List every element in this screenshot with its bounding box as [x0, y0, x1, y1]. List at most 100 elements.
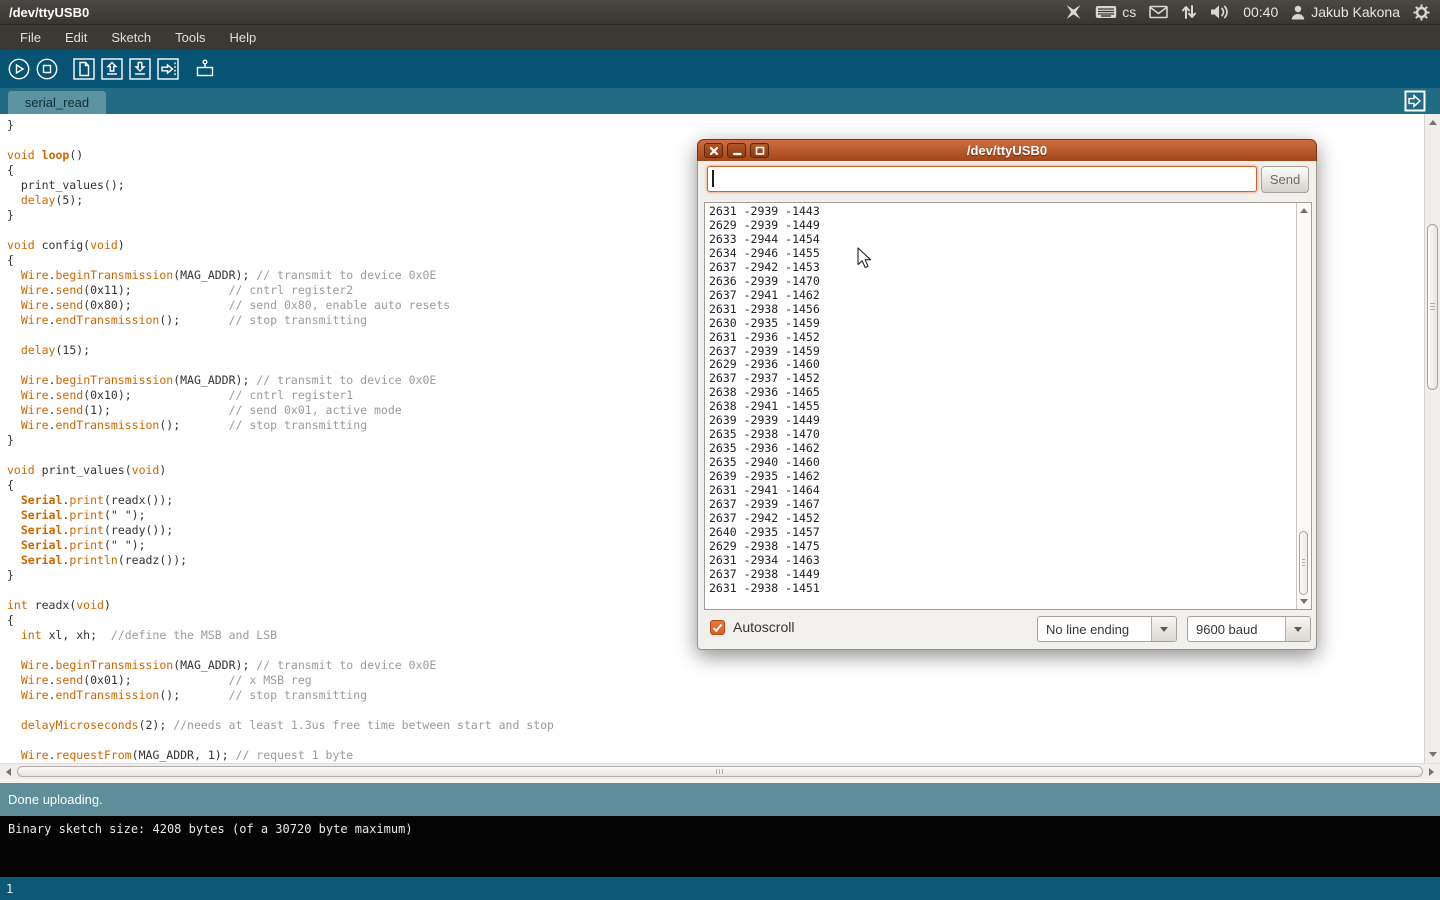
baud-rate-value: 9600 baud: [1188, 622, 1285, 637]
tab-strip: serial_read: [0, 88, 1440, 114]
code-line: Wire.requestFrom(MAG_ADDR, 1); // reques…: [7, 748, 554, 763]
editor-horizontal-scrollbar[interactable]: [0, 763, 1440, 779]
save-sketch-icon: [128, 57, 152, 81]
menu-bar: FileEditSketchToolsHelp: [0, 25, 1440, 50]
new-tab-arrow-icon: [1404, 90, 1426, 112]
code-line: }: [7, 118, 554, 133]
status-bar: Done uploading.: [0, 783, 1440, 816]
new-sketch-icon: [72, 57, 96, 81]
keyboard-layout-label: cs: [1122, 4, 1136, 20]
close-button[interactable]: [704, 143, 723, 158]
serial-monitor-titlebar[interactable]: /dev/ttyUSB0: [697, 139, 1317, 161]
autoscroll-checkbox[interactable]: [710, 620, 725, 635]
code-line: Wire.beginTransmission(MAG_ADDR); // tra…: [7, 268, 554, 283]
text-caret: [712, 170, 714, 187]
serial-monitor-button[interactable]: [192, 56, 218, 82]
serial-scroll-up-arrow[interactable]: [1300, 208, 1308, 213]
code-line: Serial.print(readx());: [7, 493, 554, 508]
dropdown-arrow-icon[interactable]: [1285, 617, 1310, 641]
scroll-down-arrow[interactable]: [1429, 752, 1437, 757]
keyboard-layout-indicator[interactable]: cs: [1095, 4, 1136, 20]
serial-vertical-scrollbar[interactable]: [1296, 203, 1311, 609]
send-button[interactable]: Send: [1261, 166, 1309, 193]
menu-item-file[interactable]: File: [10, 27, 51, 48]
toolbar: [0, 50, 1440, 88]
code-line: [7, 358, 554, 373]
code-line: Wire.endTransmission(); // stop transmit…: [7, 688, 554, 703]
mouse-cursor: [857, 247, 872, 269]
minimize-icon: [731, 145, 743, 157]
open-sketch-button[interactable]: [99, 56, 125, 82]
volume-indicator-icon[interactable]: [1210, 4, 1230, 20]
code-line: Serial.print(" ");: [7, 538, 554, 553]
code-line: [7, 583, 554, 598]
code-line: delay(15);: [7, 343, 554, 358]
code-line: Wire.send(0x80); // send 0x80, enable au…: [7, 298, 554, 313]
code-line: void print_values(void): [7, 463, 554, 478]
code-line: void loop(): [7, 148, 554, 163]
checkmark-icon: [712, 623, 723, 633]
stop-button[interactable]: [34, 56, 60, 82]
menu-item-help[interactable]: Help: [219, 27, 266, 48]
line-ending-select[interactable]: No line ending: [1037, 616, 1177, 642]
verify-icon: [7, 57, 31, 81]
serial-monitor-title: /dev/ttyUSB0: [698, 143, 1316, 158]
save-sketch-button[interactable]: [127, 56, 153, 82]
tab-serial-read[interactable]: serial_read: [8, 91, 106, 114]
code-line: [7, 223, 554, 238]
user-icon: [1291, 5, 1305, 20]
user-menu[interactable]: Jakub Kakona: [1291, 4, 1400, 20]
menu-item-sketch[interactable]: Sketch: [101, 27, 161, 48]
scroll-up-arrow[interactable]: [1429, 120, 1437, 125]
new-sketch-button[interactable]: [71, 56, 97, 82]
dropdown-arrow-icon[interactable]: [1151, 617, 1176, 641]
network-updown-indicator-icon[interactable]: [1181, 4, 1197, 20]
code-line: Serial.print(" ");: [7, 508, 554, 523]
code-line: Wire.send(1); // send 0x01, active mode: [7, 403, 554, 418]
verify-button[interactable]: [6, 56, 32, 82]
current-line-number: 1: [6, 882, 13, 896]
clock[interactable]: 00:40: [1243, 4, 1278, 20]
autoscroll-label: Autoscroll: [733, 619, 794, 635]
code-line: void config(void): [7, 238, 554, 253]
code-line: Wire.send(0x01); // x MSB reg: [7, 673, 554, 688]
editor-vscroll-thumb[interactable]: [1427, 224, 1438, 390]
new-tab-button[interactable]: [1404, 90, 1426, 112]
serial-output-area[interactable]: 2631 -2939 -1443 2629 -2939 -1449 2633 -…: [704, 202, 1312, 610]
tab-label: serial_read: [25, 95, 89, 110]
serial-monitor-body: Send 2631 -2939 -1443 2629 -2939 -1449 2…: [697, 161, 1317, 650]
mail-indicator-icon[interactable]: [1149, 5, 1168, 19]
window-title: /dev/ttyUSB0: [9, 5, 89, 20]
upload-button[interactable]: [155, 56, 181, 82]
open-sketch-icon: [100, 57, 124, 81]
code-line: Wire.endTransmission(); // stop transmit…: [7, 313, 554, 328]
status-message: Done uploading.: [8, 792, 103, 807]
code-text: } void loop(){ print_values(); delay(5);…: [7, 118, 554, 763]
baud-rate-select[interactable]: 9600 baud: [1187, 616, 1311, 642]
console-message: Binary sketch size: 4208 bytes (of a 307…: [8, 822, 413, 836]
desktop: /dev/ttyUSB0 cs 00:40: [0, 0, 1440, 900]
scroll-left-arrow[interactable]: [6, 768, 11, 776]
maximize-button[interactable]: [750, 143, 769, 158]
maximize-icon: [754, 145, 766, 157]
keyboard-icon: [1095, 5, 1117, 19]
serial-vscroll-thumb[interactable]: [1299, 531, 1308, 595]
minimize-button[interactable]: [727, 143, 746, 158]
code-line: int xl, xh; //define the MSB and LSB: [7, 628, 554, 643]
code-line: }: [7, 568, 554, 583]
menu-item-tools[interactable]: Tools: [165, 27, 215, 48]
editor-hscroll-thumb[interactable]: [17, 766, 1423, 777]
serial-send-input[interactable]: [707, 166, 1257, 192]
upload-icon: [156, 57, 180, 81]
code-line: Wire.endTransmission(); // stop transmit…: [7, 418, 554, 433]
stop-icon: [35, 57, 59, 81]
scroll-right-arrow[interactable]: [1429, 768, 1434, 776]
code-line: Serial.println(readz());: [7, 553, 554, 568]
pinwheel-indicator-icon[interactable]: [1065, 4, 1082, 20]
line-number-bar: 1: [0, 877, 1440, 900]
editor-vertical-scrollbar[interactable]: [1424, 114, 1440, 763]
code-line: Wire.beginTransmission(MAG_ADDR); // tra…: [7, 658, 554, 673]
serial-scroll-down-arrow[interactable]: [1300, 599, 1308, 604]
session-gear-icon[interactable]: [1413, 4, 1430, 21]
menu-item-edit[interactable]: Edit: [55, 27, 97, 48]
